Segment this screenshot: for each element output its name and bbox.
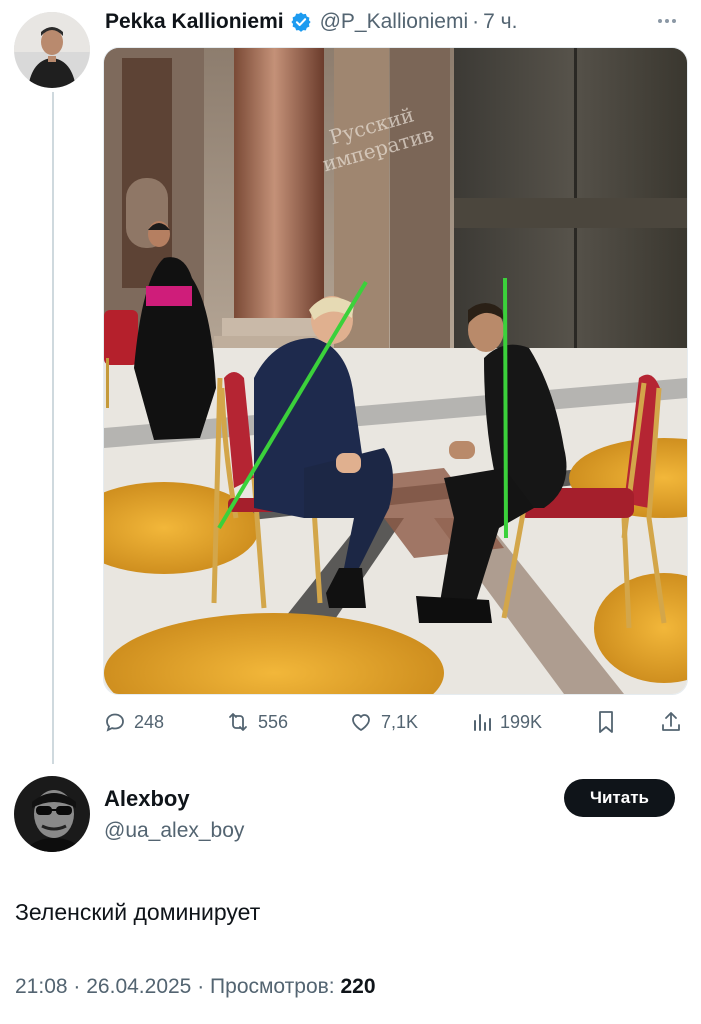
thread-line [52,92,54,764]
post-image[interactable]: Русский императив [103,47,688,695]
post-metadata: 21:08 · 26.04.2025 · Просмотров: 220 [15,975,376,999]
views-label: Просмотров: [210,975,335,998]
reply-author-name[interactable]: Alexboy [104,786,190,812]
views-count: 199K [500,711,543,732]
separator-dot: · [73,975,81,998]
bookmark-button[interactable] [595,708,624,736]
separator-dot: · [197,975,205,998]
repost-icon [229,713,247,731]
repost-count: 556 [258,711,289,732]
share-button[interactable] [659,708,690,736]
quoted-tweet-actions: 248 556 7,1K 199K [103,708,686,736]
views-icon [474,714,491,731]
post-date[interactable]: 26.04.2025 [86,975,191,998]
quoted-tweet-header: Pekka Kallioniemi @P_Kallioniemi · 7 ч. [105,6,517,38]
more-icon[interactable] [652,10,682,32]
author-handle[interactable]: @P_Kallioniemi [320,10,469,34]
like-button[interactable]: 7,1K [348,708,418,736]
views-count: 220 [340,975,376,998]
reply-count: 248 [134,711,165,732]
views-button[interactable]: 199K [471,708,542,736]
like-icon [352,714,370,731]
reply-author-handle[interactable]: @ua_alex_boy [104,819,244,843]
avatar-alexboy[interactable] [14,776,90,852]
share-icon [662,712,680,731]
post-time[interactable]: 7 ч. [483,10,517,34]
avatar-pekka[interactable] [14,12,90,88]
reply-icon [106,713,124,732]
post-time[interactable]: 21:08 [15,975,68,998]
like-count: 7,1K [381,711,419,732]
bookmark-icon [599,711,613,733]
author-name[interactable]: Pekka Kallioniemi [105,10,284,34]
verified-badge-icon [290,11,312,33]
post-text: Зеленский доминирует [15,899,261,925]
follow-button[interactable]: Читать [564,779,675,817]
separator-dot: · [472,10,480,33]
repost-button[interactable]: 556 [225,708,288,736]
reply-button[interactable]: 248 [103,708,164,736]
